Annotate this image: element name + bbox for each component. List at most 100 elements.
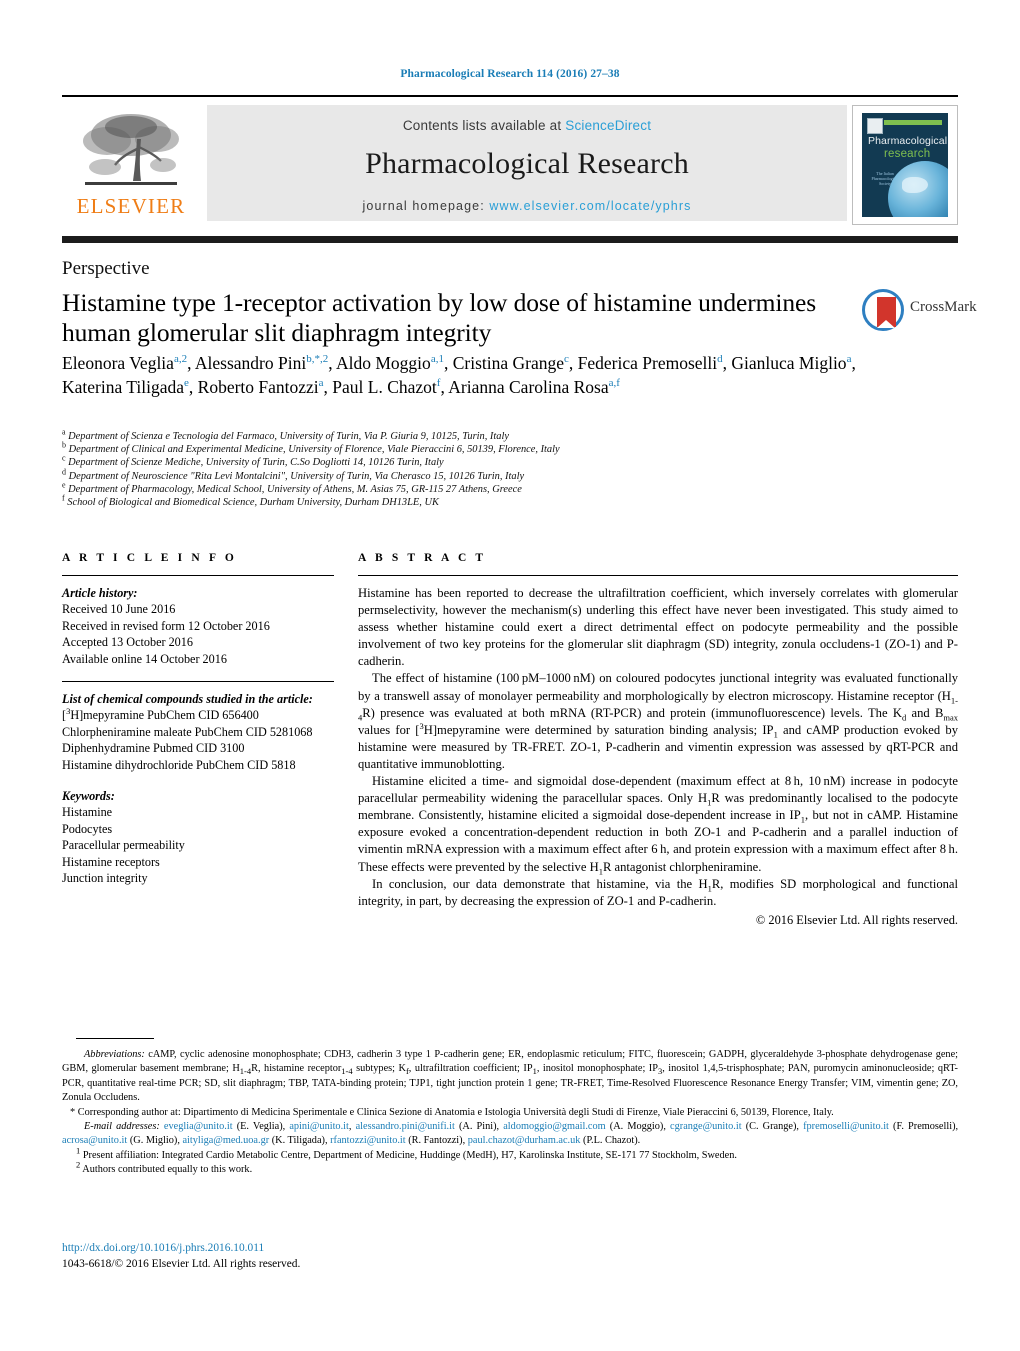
- author-name: Alessandro Pini: [194, 353, 307, 373]
- email-addresses-note: E-mail addresses: eveglia@unito.it (E. V…: [62, 1120, 958, 1149]
- keyword-item: Histamine: [62, 805, 113, 820]
- author-affiliation-marker: d: [717, 353, 723, 366]
- cover-title-line2: research: [884, 148, 931, 160]
- homepage-prefix: journal homepage:: [362, 199, 490, 213]
- article-info-heading: A R T I C L E I N F O: [62, 552, 237, 564]
- keyword-item: Histamine receptors: [62, 854, 160, 869]
- email-owner: (G. Miglio): [129, 1135, 178, 1147]
- email-link[interactable]: rfantozzi@unito.it: [330, 1135, 406, 1146]
- abstract-column: A B S T R A C T Histamine has been repor…: [358, 552, 958, 929]
- history-line: Received in revised form 12 October 2016: [62, 618, 270, 633]
- affiliation-marker: e: [62, 480, 66, 490]
- abstract-body: Histamine has been reported to decrease …: [358, 585, 958, 929]
- compounds-label: List of chemical compounds studied in th…: [62, 692, 313, 707]
- chemical-compounds-block: List of chemical compounds studied in th…: [62, 691, 334, 773]
- article-info-column: A R T I C L E I N F O Article history: R…: [62, 552, 334, 887]
- email-link[interactable]: paul.chazot@durham.ac.uk: [468, 1135, 581, 1146]
- history-line: Accepted 13 October 2016: [62, 635, 193, 650]
- affiliation-marker: a: [62, 427, 66, 437]
- abstract-paragraph: In conclusion, our data demonstrate that…: [358, 876, 959, 908]
- author-list: Eleonora Vegliaa,2, Alessandro Pinib,*,2…: [62, 353, 856, 397]
- doi-link[interactable]: http://dx.doi.org/10.1016/j.phrs.2016.10…: [62, 1242, 264, 1254]
- keyword-item: Paracellular permeability: [62, 838, 185, 853]
- journal-homepage-line: journal homepage: www.elsevier.com/locat…: [207, 199, 847, 213]
- email-link[interactable]: alessandro.pini@unifi.it: [356, 1121, 455, 1132]
- crossmark-book-icon: [877, 297, 896, 328]
- author-name: Aldo Moggio: [336, 353, 431, 373]
- email-owner: (F. Premoselli): [893, 1121, 956, 1133]
- affiliation-marker: b: [62, 440, 66, 450]
- affiliation-item: b Department of Clinical and Experimenta…: [62, 440, 560, 456]
- affiliation-marker: c: [62, 453, 66, 463]
- cover-globe-graphic: [888, 161, 948, 217]
- paper-page: Pharmacological Research 114 (2016) 27–3…: [0, 0, 1020, 1351]
- article-history-block: Article history: Received 10 June 2016 R…: [62, 585, 334, 667]
- issn-copyright-line: 1043-6618/© 2016 Elsevier Ltd. All right…: [62, 1258, 301, 1270]
- note2-text: Authors contributed equally to this work…: [82, 1164, 253, 1176]
- email-link[interactable]: aldomoggio@gmail.com: [503, 1121, 605, 1132]
- masthead-center-panel: Contents lists available at ScienceDirec…: [207, 105, 847, 221]
- present-affiliation-note: 1 Present affiliation: Integrated Cardio…: [62, 1146, 958, 1163]
- email-owner: (A. Moggio): [609, 1121, 664, 1133]
- email-link[interactable]: acrosa@unito.it: [62, 1135, 127, 1146]
- footnote-block: Abbreviations: cAMP, cyclic adenosine mo…: [62, 1048, 958, 1178]
- abstract-paragraph: The effect of histamine (100 pM–1000 nM)…: [358, 671, 958, 771]
- abbreviations-label: Abbreviations:: [84, 1049, 145, 1060]
- author-name: Arianna Carolina Rosa: [448, 376, 609, 397]
- keyword-item: Podocytes: [62, 821, 113, 836]
- keyword-item: Junction integrity: [62, 871, 148, 886]
- crossmark-badge[interactable]: CrossMark: [860, 288, 977, 334]
- contents-prefix: Contents lists available at: [402, 118, 566, 133]
- email-list: eveglia@unito.it (E. Veglia), apini@unit…: [62, 1121, 959, 1147]
- author-affiliation-marker: b,*,2: [306, 353, 329, 366]
- author-affiliation-marker: a: [318, 376, 324, 389]
- sciencedirect-link[interactable]: ScienceDirect: [565, 118, 651, 133]
- email-owner: (A. Pini): [458, 1121, 497, 1133]
- author-name: Cristina Grange: [452, 353, 564, 373]
- affiliation-item: d Department of Neuroscience "Rita Levi …: [62, 467, 525, 482]
- email-link[interactable]: fpremoselli@unito.it: [803, 1121, 889, 1132]
- contents-available-line: Contents lists available at ScienceDirec…: [207, 105, 847, 133]
- elsevier-tree-icon: [83, 114, 179, 185]
- masthead-black-bar: [62, 236, 958, 243]
- note2-marker: 2: [76, 1159, 81, 1170]
- author-affiliation-marker: e: [184, 376, 189, 389]
- crossmark-circle-icon: [862, 289, 904, 331]
- equal-contribution-note: 2 Authors contributed equally to this wo…: [62, 1159, 958, 1177]
- author-affiliation-marker: a,2: [173, 353, 188, 366]
- email-link[interactable]: cgrange@unito.it: [670, 1121, 742, 1132]
- history-line: Received 10 June 2016: [62, 602, 176, 617]
- note1-text: Present affiliation: Integrated Cardio M…: [82, 1149, 737, 1161]
- email-link[interactable]: eveglia@unito.it: [164, 1121, 233, 1132]
- affiliation-list: a Department of Scienza e Tecnologia del…: [62, 427, 932, 509]
- article-section-type: Perspective: [62, 258, 150, 279]
- note1-marker: 1: [76, 1145, 81, 1156]
- corresponding-author-note: * Corresponding author at: Dipartimento …: [62, 1106, 958, 1120]
- email-owner: (E. Veglia): [236, 1121, 283, 1133]
- author-name: Federica Premoselli: [577, 353, 718, 373]
- abstract-rule: [358, 575, 958, 576]
- author-affiliation-marker: a,1: [430, 353, 444, 366]
- journal-cover-thumbnail: Pharmacological research The Italian Pha…: [852, 105, 958, 225]
- cover-art: Pharmacological research The Italian Pha…: [862, 113, 948, 217]
- author-name: Gianluca Miglio: [731, 353, 847, 373]
- email-label: E-mail addresses:: [84, 1121, 160, 1133]
- cover-publisher-mark-icon: [867, 118, 883, 134]
- abstract-paragraph: Histamine elicited a time- and sigmoidal…: [358, 774, 958, 877]
- keywords-block: Keywords: Histamine Podocytes Paracellul…: [62, 788, 334, 886]
- masthead-top-rule: [62, 95, 958, 97]
- article-info-separator: [62, 681, 334, 683]
- affiliation-marker: f: [62, 493, 65, 503]
- author-name: Roberto Fantozzi: [197, 376, 319, 397]
- email-owner: (R. Fantozzi): [408, 1135, 463, 1147]
- journal-title: Pharmacological Research: [365, 147, 689, 180]
- corresponding-marker: *: [70, 1106, 76, 1118]
- abstract-paragraph: Histamine has been reported to decrease …: [358, 586, 958, 669]
- affiliation-item: a Department of Scienza e Tecnologia del…: [62, 427, 509, 442]
- compound-item: Diphenhydramine Pubmed CID 3100: [62, 741, 245, 756]
- email-link[interactable]: aityliga@med.uoa.gr: [182, 1135, 269, 1146]
- running-head: Pharmacological Research 114 (2016) 27–3…: [400, 68, 620, 80]
- email-link[interactable]: apini@unito.it: [289, 1121, 349, 1132]
- journal-homepage-link[interactable]: www.elsevier.com/locate/yphrs: [489, 199, 691, 213]
- compound-item: Chlorpheniramine maleate PubChem CID 528…: [62, 724, 313, 739]
